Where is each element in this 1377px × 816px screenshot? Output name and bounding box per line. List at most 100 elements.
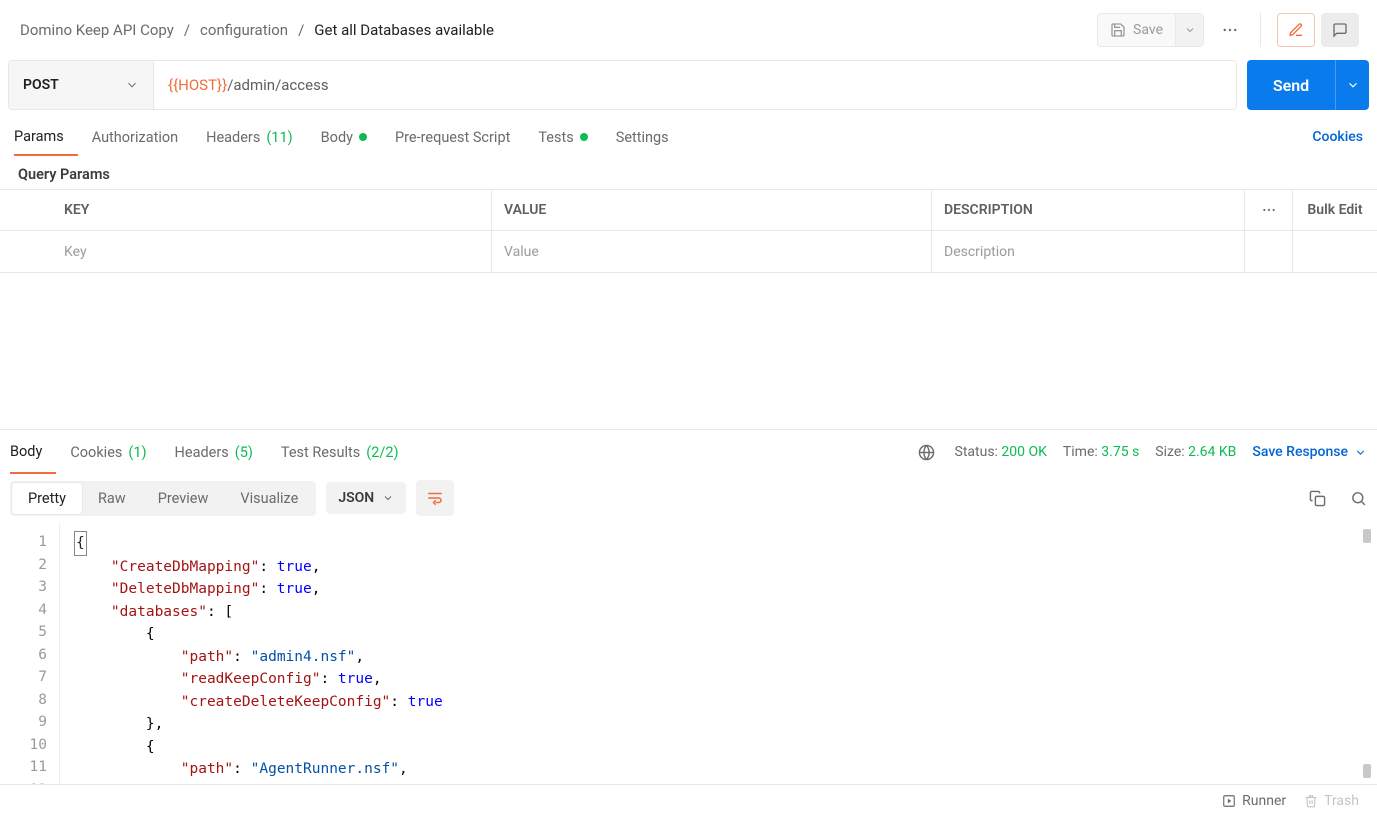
search-response-button[interactable]: [1350, 490, 1367, 507]
size-block[interactable]: Size: 2.64 KB: [1155, 444, 1236, 460]
tab-label: Headers: [206, 129, 260, 146]
save-button[interactable]: Save: [1098, 14, 1175, 46]
breadcrumb-collection[interactable]: Domino Keep API Copy: [20, 21, 174, 39]
response-tab-cookies[interactable]: Cookies (1): [56, 430, 160, 474]
send-button[interactable]: Send: [1247, 60, 1335, 110]
line-number-gutter: 123456789101112: [0, 523, 60, 784]
response-tab-tests[interactable]: Test Results (2/2): [267, 430, 413, 474]
tab-label: Body: [321, 129, 353, 146]
tab-tests[interactable]: Tests: [524, 118, 601, 156]
format-label: JSON: [338, 490, 374, 506]
query-params-empty-row[interactable]: Key Value Description: [0, 231, 1377, 273]
method-url-bar: POST {{HOST}}/admin/access: [8, 60, 1237, 110]
status-dot-icon: [359, 133, 367, 141]
comment-icon: [1332, 22, 1348, 38]
more-actions-button[interactable]: [1216, 21, 1244, 39]
view-mode-pretty[interactable]: Pretty: [12, 483, 82, 514]
globe-icon[interactable]: [918, 444, 935, 461]
url-input[interactable]: {{HOST}}/admin/access: [154, 61, 1236, 109]
trash-button[interactable]: Trash: [1304, 793, 1359, 809]
query-params-heading: Query Params: [0, 156, 1377, 189]
divider: [1260, 13, 1261, 47]
cookies-link[interactable]: Cookies: [1312, 129, 1363, 145]
play-icon: [1222, 794, 1236, 808]
tab-count: (1): [128, 444, 146, 461]
size-label: Size:: [1155, 444, 1184, 460]
status-label: Status:: [955, 444, 998, 460]
tab-count: (2/2): [366, 444, 398, 461]
response-tab-headers[interactable]: Headers (5): [161, 430, 267, 474]
layout-mode-group: [1277, 13, 1359, 47]
view-mode-visualize[interactable]: Visualize: [224, 483, 314, 514]
pencil-icon: [1288, 22, 1304, 38]
save-dropdown[interactable]: [1175, 14, 1203, 46]
value-input[interactable]: Value: [492, 231, 932, 272]
save-button-label: Save: [1133, 22, 1163, 38]
status-block[interactable]: Status: 200 OK: [955, 444, 1047, 460]
tab-label: Headers: [175, 444, 229, 461]
code-source[interactable]: { "CreateDbMapping": true, "DeleteDbMapp…: [60, 523, 443, 784]
response-tabs: Body Cookies (1) Headers (5) Test Result…: [0, 430, 1377, 474]
description-input[interactable]: Description: [932, 231, 1245, 272]
breadcrumb-request[interactable]: Get all Databases available: [314, 21, 494, 39]
response-tab-body[interactable]: Body: [10, 430, 56, 474]
header-actions: Save: [1097, 13, 1359, 47]
breadcrumb-folder[interactable]: configuration: [200, 21, 288, 39]
save-response-label: Save Response: [1252, 444, 1348, 460]
breadcrumb: Domino Keep API Copy / configuration / G…: [20, 21, 494, 39]
time-value: 3.75 s: [1101, 444, 1139, 460]
send-button-group: Send: [1247, 60, 1369, 110]
status-dot-icon: [580, 133, 588, 141]
save-button-group: Save: [1097, 13, 1204, 47]
build-mode-button[interactable]: [1277, 13, 1315, 47]
tab-label: Authorization: [92, 129, 178, 146]
response-body-code[interactable]: 123456789101112 { "CreateDbMapping": tru…: [0, 522, 1377, 784]
size-value: 2.64 KB: [1188, 444, 1236, 460]
tab-prerequest[interactable]: Pre-request Script: [381, 118, 524, 156]
tab-params[interactable]: Params: [14, 118, 78, 156]
status-bar: Runner Trash: [0, 784, 1377, 816]
response-view-toolbar: Pretty Raw Preview Visualize JSON: [0, 474, 1377, 522]
comment-mode-button[interactable]: [1321, 13, 1359, 47]
tab-label: Cookies: [70, 444, 122, 461]
tab-authorization[interactable]: Authorization: [78, 118, 192, 156]
bulk-edit-button[interactable]: Bulk Edit: [1293, 190, 1377, 230]
format-select[interactable]: JSON: [326, 482, 406, 514]
tab-label: Params: [14, 128, 64, 145]
request-tabs: Params Authorization Headers (11) Body P…: [0, 118, 1377, 156]
response-panel: Body Cookies (1) Headers (5) Test Result…: [0, 429, 1377, 784]
status-value: 200 OK: [1001, 444, 1047, 460]
url-variable: {{HOST}}: [168, 76, 227, 94]
tab-count: (11): [266, 129, 292, 146]
send-dropdown[interactable]: [1335, 60, 1369, 110]
key-input[interactable]: Key: [52, 231, 492, 272]
trash-icon: [1304, 794, 1318, 808]
column-header-key: KEY: [52, 190, 492, 230]
trash-label: Trash: [1324, 793, 1359, 809]
tab-label: Settings: [616, 129, 669, 146]
wrap-lines-button[interactable]: [416, 480, 454, 516]
save-response-button[interactable]: Save Response: [1252, 444, 1367, 460]
breadcrumb-separator: /: [184, 21, 190, 39]
tab-body[interactable]: Body: [307, 118, 381, 156]
view-mode-raw[interactable]: Raw: [82, 483, 142, 514]
tab-count: (5): [235, 444, 253, 461]
wrap-icon: [426, 489, 444, 507]
time-block[interactable]: Time: 3.75 s: [1063, 444, 1139, 460]
copy-icon: [1309, 490, 1326, 507]
column-header-description: DESCRIPTION: [932, 190, 1245, 230]
view-mode-segment: Pretty Raw Preview Visualize: [10, 481, 316, 516]
runner-button[interactable]: Runner: [1222, 793, 1286, 809]
method-select[interactable]: POST: [9, 61, 154, 109]
breadcrumb-separator: /: [298, 21, 304, 39]
save-icon: [1110, 22, 1126, 38]
chevron-down-icon: [125, 78, 139, 92]
response-meta: Status: 200 OK Time: 3.75 s Size: 2.64 K…: [918, 444, 1367, 461]
column-options-button[interactable]: [1245, 190, 1293, 230]
column-header-value: VALUE: [492, 190, 932, 230]
method-label: POST: [23, 77, 59, 93]
tab-settings[interactable]: Settings: [602, 118, 683, 156]
tab-headers[interactable]: Headers (11): [192, 118, 307, 156]
copy-response-button[interactable]: [1309, 490, 1326, 507]
view-mode-preview[interactable]: Preview: [142, 483, 225, 514]
